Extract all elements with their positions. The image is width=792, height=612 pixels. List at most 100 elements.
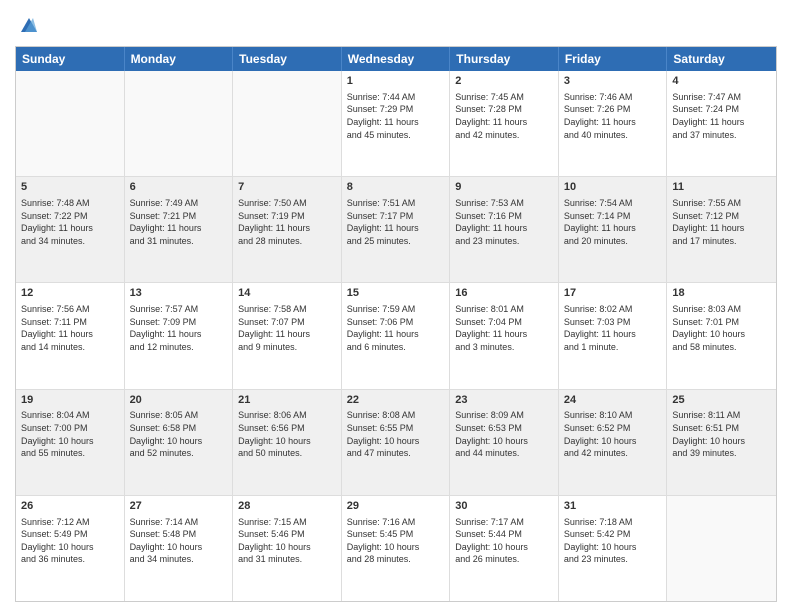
calendar-row-2: 12 Sunrise: 7:56 AM Sunset: 7:11 PM Dayli… <box>16 282 776 388</box>
calendar-cell-day-30: 30 Sunrise: 7:17 AM Sunset: 5:44 PM Dayli… <box>450 496 559 601</box>
cell-text: Sunrise: 7:18 AM Sunset: 5:42 PM Dayligh… <box>564 516 662 566</box>
day-number: 29 <box>347 499 445 514</box>
day-number: 19 <box>21 393 119 408</box>
cell-text: Sunrise: 7:50 AM Sunset: 7:19 PM Dayligh… <box>238 197 336 247</box>
calendar-cell-day-31: 31 Sunrise: 7:18 AM Sunset: 5:42 PM Dayli… <box>559 496 668 601</box>
calendar-cell-day-7: 7Sunrise: 7:50 AM Sunset: 7:19 PM Daylig… <box>233 177 342 282</box>
day-number: 14 <box>238 286 336 301</box>
day-number: 2 <box>455 74 553 89</box>
day-number: 5 <box>21 180 119 195</box>
calendar-row-3: 19Sunrise: 8:04 AM Sunset: 7:00 PM Dayli… <box>16 389 776 495</box>
day-number: 25 <box>672 393 771 408</box>
day-number: 1 <box>347 74 445 89</box>
cell-text: Sunrise: 7:53 AM Sunset: 7:16 PM Dayligh… <box>455 197 553 247</box>
day-number: 8 <box>347 180 445 195</box>
calendar: SundayMondayTuesdayWednesdayThursdayFrid… <box>15 46 777 602</box>
day-number: 13 <box>130 286 228 301</box>
day-number: 17 <box>564 286 662 301</box>
weekday-header-tuesday: Tuesday <box>233 47 342 71</box>
calendar-cell-day-24: 24Sunrise: 8:10 AM Sunset: 6:52 PM Dayli… <box>559 390 668 495</box>
day-number: 26 <box>21 499 119 514</box>
cell-text: Sunrise: 7:44 AM Sunset: 7:29 PM Dayligh… <box>347 91 445 141</box>
cell-text: Sunrise: 7:47 AM Sunset: 7:24 PM Dayligh… <box>672 91 771 141</box>
day-number: 18 <box>672 286 771 301</box>
day-number: 28 <box>238 499 336 514</box>
cell-text: Sunrise: 7:48 AM Sunset: 7:22 PM Dayligh… <box>21 197 119 247</box>
day-number: 16 <box>455 286 553 301</box>
cell-text: Sunrise: 8:04 AM Sunset: 7:00 PM Dayligh… <box>21 409 119 459</box>
cell-text: Sunrise: 7:49 AM Sunset: 7:21 PM Dayligh… <box>130 197 228 247</box>
cell-text: Sunrise: 7:16 AM Sunset: 5:45 PM Dayligh… <box>347 516 445 566</box>
logo <box>15 14 41 38</box>
weekday-header-friday: Friday <box>559 47 668 71</box>
calendar-cell-day-12: 12 Sunrise: 7:56 AM Sunset: 7:11 PM Dayli… <box>16 283 125 388</box>
calendar-cell-day-1: 1 Sunrise: 7:44 AM Sunset: 7:29 PM Daylig… <box>342 71 451 176</box>
cell-text: Sunrise: 7:57 AM Sunset: 7:09 PM Dayligh… <box>130 303 228 353</box>
cell-text: Sunrise: 8:11 AM Sunset: 6:51 PM Dayligh… <box>672 409 771 459</box>
calendar-cell-day-18: 18Sunrise: 8:03 AM Sunset: 7:01 PM Dayli… <box>667 283 776 388</box>
cell-text: Sunrise: 7:17 AM Sunset: 5:44 PM Dayligh… <box>455 516 553 566</box>
day-number: 30 <box>455 499 553 514</box>
calendar-cell-day-27: 27 Sunrise: 7:14 AM Sunset: 5:48 PM Dayli… <box>125 496 234 601</box>
calendar-cell-day-11: 11Sunrise: 7:55 AM Sunset: 7:12 PM Dayli… <box>667 177 776 282</box>
calendar-cell-day-19: 19Sunrise: 8:04 AM Sunset: 7:00 PM Dayli… <box>16 390 125 495</box>
calendar-cell-day-4: 4 Sunrise: 7:47 AM Sunset: 7:24 PM Daylig… <box>667 71 776 176</box>
calendar-cell-day-10: 10 Sunrise: 7:54 AM Sunset: 7:14 PM Dayli… <box>559 177 668 282</box>
calendar-row-4: 26 Sunrise: 7:12 AM Sunset: 5:49 PM Dayli… <box>16 495 776 601</box>
cell-text: Sunrise: 7:14 AM Sunset: 5:48 PM Dayligh… <box>130 516 228 566</box>
cell-text: Sunrise: 7:55 AM Sunset: 7:12 PM Dayligh… <box>672 197 771 247</box>
day-number: 24 <box>564 393 662 408</box>
calendar-cell-day-21: 21Sunrise: 8:06 AM Sunset: 6:56 PM Dayli… <box>233 390 342 495</box>
day-number: 23 <box>455 393 553 408</box>
day-number: 27 <box>130 499 228 514</box>
calendar-cell-day-16: 16 Sunrise: 8:01 AM Sunset: 7:04 PM Dayli… <box>450 283 559 388</box>
cell-text: Sunrise: 7:12 AM Sunset: 5:49 PM Dayligh… <box>21 516 119 566</box>
calendar-cell-day-29: 29 Sunrise: 7:16 AM Sunset: 5:45 PM Dayli… <box>342 496 451 601</box>
cell-text: Sunrise: 7:56 AM Sunset: 7:11 PM Dayligh… <box>21 303 119 353</box>
calendar-row-1: 5 Sunrise: 7:48 AM Sunset: 7:22 PM Daylig… <box>16 176 776 282</box>
calendar-cell-day-26: 26 Sunrise: 7:12 AM Sunset: 5:49 PM Dayli… <box>16 496 125 601</box>
day-number: 20 <box>130 393 228 408</box>
day-number: 31 <box>564 499 662 514</box>
calendar-cell-day-2: 2 Sunrise: 7:45 AM Sunset: 7:28 PM Daylig… <box>450 71 559 176</box>
cell-text: Sunrise: 7:54 AM Sunset: 7:14 PM Dayligh… <box>564 197 662 247</box>
cell-text: Sunrise: 7:51 AM Sunset: 7:17 PM Dayligh… <box>347 197 445 247</box>
calendar-cell-day-25: 25Sunrise: 8:11 AM Sunset: 6:51 PM Dayli… <box>667 390 776 495</box>
page: SundayMondayTuesdayWednesdayThursdayFrid… <box>0 0 792 612</box>
day-number: 15 <box>347 286 445 301</box>
cell-text: Sunrise: 8:05 AM Sunset: 6:58 PM Dayligh… <box>130 409 228 459</box>
calendar-cell-day-13: 13 Sunrise: 7:57 AM Sunset: 7:09 PM Dayli… <box>125 283 234 388</box>
cell-text: Sunrise: 8:10 AM Sunset: 6:52 PM Dayligh… <box>564 409 662 459</box>
cell-text: Sunrise: 7:45 AM Sunset: 7:28 PM Dayligh… <box>455 91 553 141</box>
calendar-cell-day-9: 9 Sunrise: 7:53 AM Sunset: 7:16 PM Daylig… <box>450 177 559 282</box>
day-number: 9 <box>455 180 553 195</box>
weekday-header-monday: Monday <box>125 47 234 71</box>
day-number: 4 <box>672 74 771 89</box>
day-number: 3 <box>564 74 662 89</box>
calendar-body: 1 Sunrise: 7:44 AM Sunset: 7:29 PM Daylig… <box>16 71 776 601</box>
cell-text: Sunrise: 8:01 AM Sunset: 7:04 PM Dayligh… <box>455 303 553 353</box>
calendar-cell-day-17: 17 Sunrise: 8:02 AM Sunset: 7:03 PM Dayli… <box>559 283 668 388</box>
calendar-cell-day-23: 23Sunrise: 8:09 AM Sunset: 6:53 PM Dayli… <box>450 390 559 495</box>
calendar-cell-empty <box>667 496 776 601</box>
cell-text: Sunrise: 8:09 AM Sunset: 6:53 PM Dayligh… <box>455 409 553 459</box>
cell-text: Sunrise: 7:46 AM Sunset: 7:26 PM Dayligh… <box>564 91 662 141</box>
calendar-cell-empty <box>125 71 234 176</box>
day-number: 10 <box>564 180 662 195</box>
calendar-cell-day-22: 22Sunrise: 8:08 AM Sunset: 6:55 PM Dayli… <box>342 390 451 495</box>
day-number: 22 <box>347 393 445 408</box>
calendar-header: SundayMondayTuesdayWednesdayThursdayFrid… <box>16 47 776 71</box>
day-number: 21 <box>238 393 336 408</box>
calendar-cell-empty <box>233 71 342 176</box>
cell-text: Sunrise: 7:59 AM Sunset: 7:06 PM Dayligh… <box>347 303 445 353</box>
header <box>15 10 777 38</box>
calendar-cell-day-8: 8 Sunrise: 7:51 AM Sunset: 7:17 PM Daylig… <box>342 177 451 282</box>
calendar-cell-empty <box>16 71 125 176</box>
cell-text: Sunrise: 8:02 AM Sunset: 7:03 PM Dayligh… <box>564 303 662 353</box>
cell-text: Sunrise: 7:15 AM Sunset: 5:46 PM Dayligh… <box>238 516 336 566</box>
calendar-cell-day-20: 20Sunrise: 8:05 AM Sunset: 6:58 PM Dayli… <box>125 390 234 495</box>
weekday-header-sunday: Sunday <box>16 47 125 71</box>
day-number: 12 <box>21 286 119 301</box>
weekday-header-thursday: Thursday <box>450 47 559 71</box>
calendar-cell-day-28: 28 Sunrise: 7:15 AM Sunset: 5:46 PM Dayli… <box>233 496 342 601</box>
